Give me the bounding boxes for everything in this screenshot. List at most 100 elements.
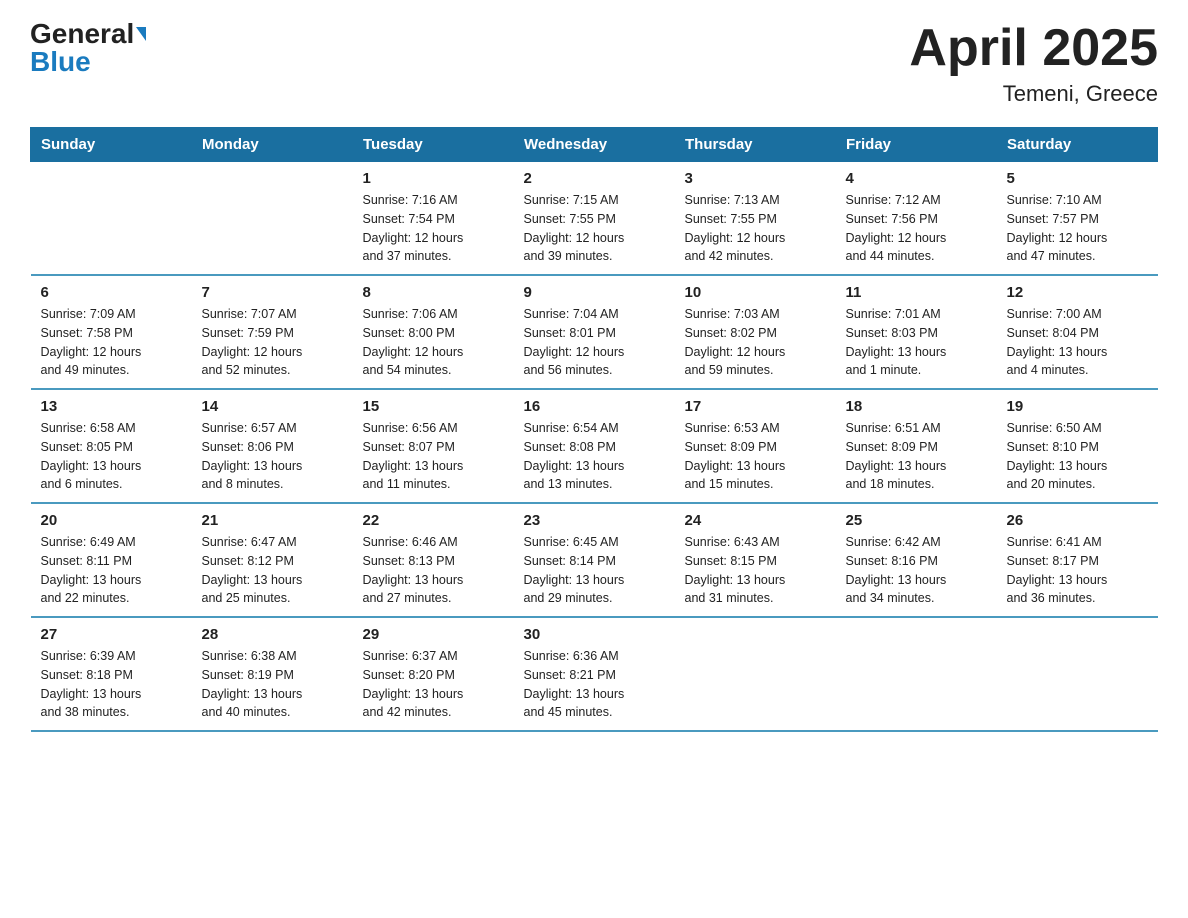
calendar-week-5: 27 Sunrise: 6:39 AM Sunset: 8:18 PM Dayli…: [31, 617, 1158, 731]
day-number: 21: [202, 512, 343, 529]
calendar-cell: 27 Sunrise: 6:39 AM Sunset: 8:18 PM Dayli…: [31, 617, 192, 731]
page-subtitle: Temeni, Greece: [909, 81, 1158, 107]
calendar-cell: 6 Sunrise: 7:09 AM Sunset: 7:58 PM Daylig…: [31, 275, 192, 389]
weekday-header-monday: Monday: [192, 128, 353, 162]
day-number: 6: [41, 284, 182, 301]
logo-general: General: [30, 20, 134, 48]
day-info: Sunrise: 6:51 AM Sunset: 8:09 PM Dayligh…: [846, 419, 987, 494]
day-number: 25: [846, 512, 987, 529]
calendar-week-3: 13 Sunrise: 6:58 AM Sunset: 8:05 PM Dayli…: [31, 389, 1158, 503]
day-number: 8: [363, 284, 504, 301]
calendar-cell: 24 Sunrise: 6:43 AM Sunset: 8:15 PM Dayli…: [675, 503, 836, 617]
logo-triangle-icon: [136, 27, 146, 41]
day-info: Sunrise: 6:36 AM Sunset: 8:21 PM Dayligh…: [524, 647, 665, 722]
calendar-cell: 4Sunrise: 7:12 AM Sunset: 7:56 PM Daylig…: [836, 162, 997, 276]
day-number: 2: [524, 170, 665, 187]
day-info: Sunrise: 7:04 AM Sunset: 8:01 PM Dayligh…: [524, 305, 665, 380]
day-number: 15: [363, 398, 504, 415]
weekday-header-tuesday: Tuesday: [353, 128, 514, 162]
day-number: 10: [685, 284, 826, 301]
day-number: 28: [202, 626, 343, 643]
day-info: Sunrise: 7:03 AM Sunset: 8:02 PM Dayligh…: [685, 305, 826, 380]
day-number: 3: [685, 170, 826, 187]
weekday-header-sunday: Sunday: [31, 128, 192, 162]
logo-blue: Blue: [30, 48, 91, 76]
day-number: 5: [1007, 170, 1148, 187]
day-number: 7: [202, 284, 343, 301]
calendar-cell: 20Sunrise: 6:49 AM Sunset: 8:11 PM Dayli…: [31, 503, 192, 617]
calendar-week-4: 20Sunrise: 6:49 AM Sunset: 8:11 PM Dayli…: [31, 503, 1158, 617]
day-info: Sunrise: 6:41 AM Sunset: 8:17 PM Dayligh…: [1007, 533, 1148, 608]
calendar-cell: 17Sunrise: 6:53 AM Sunset: 8:09 PM Dayli…: [675, 389, 836, 503]
day-number: 12: [1007, 284, 1148, 301]
day-number: 13: [41, 398, 182, 415]
day-info: Sunrise: 7:13 AM Sunset: 7:55 PM Dayligh…: [685, 191, 826, 266]
logo: General Blue: [30, 20, 146, 76]
calendar-cell: [192, 162, 353, 276]
calendar-week-1: 1Sunrise: 7:16 AM Sunset: 7:54 PM Daylig…: [31, 162, 1158, 276]
calendar-cell: 25 Sunrise: 6:42 AM Sunset: 8:16 PM Dayli…: [836, 503, 997, 617]
calendar-cell: [997, 617, 1158, 731]
calendar-cell: 9Sunrise: 7:04 AM Sunset: 8:01 PM Daylig…: [514, 275, 675, 389]
calendar-cell: 14 Sunrise: 6:57 AM Sunset: 8:06 PM Dayli…: [192, 389, 353, 503]
day-info: Sunrise: 7:10 AM Sunset: 7:57 PM Dayligh…: [1007, 191, 1148, 266]
calendar-cell: 29Sunrise: 6:37 AM Sunset: 8:20 PM Dayli…: [353, 617, 514, 731]
day-info: Sunrise: 6:45 AM Sunset: 8:14 PM Dayligh…: [524, 533, 665, 608]
day-info: Sunrise: 7:00 AM Sunset: 8:04 PM Dayligh…: [1007, 305, 1148, 380]
page-header: General Blue April 2025 Temeni, Greece: [30, 20, 1158, 107]
day-number: 14: [202, 398, 343, 415]
calendar-body: 1Sunrise: 7:16 AM Sunset: 7:54 PM Daylig…: [31, 162, 1158, 732]
day-number: 17: [685, 398, 826, 415]
day-number: 1: [363, 170, 504, 187]
day-number: 29: [363, 626, 504, 643]
calendar-cell: 22Sunrise: 6:46 AM Sunset: 8:13 PM Dayli…: [353, 503, 514, 617]
day-info: Sunrise: 6:58 AM Sunset: 8:05 PM Dayligh…: [41, 419, 182, 494]
calendar-cell: [31, 162, 192, 276]
calendar-cell: 7 Sunrise: 7:07 AM Sunset: 7:59 PM Daylig…: [192, 275, 353, 389]
calendar-cell: 28 Sunrise: 6:38 AM Sunset: 8:19 PM Dayli…: [192, 617, 353, 731]
calendar-cell: 12 Sunrise: 7:00 AM Sunset: 8:04 PM Dayli…: [997, 275, 1158, 389]
calendar-cell: 21 Sunrise: 6:47 AM Sunset: 8:12 PM Dayli…: [192, 503, 353, 617]
weekday-header-thursday: Thursday: [675, 128, 836, 162]
day-info: Sunrise: 6:39 AM Sunset: 8:18 PM Dayligh…: [41, 647, 182, 722]
day-number: 11: [846, 284, 987, 301]
day-number: 18: [846, 398, 987, 415]
day-info: Sunrise: 6:43 AM Sunset: 8:15 PM Dayligh…: [685, 533, 826, 608]
day-number: 27: [41, 626, 182, 643]
day-info: Sunrise: 6:47 AM Sunset: 8:12 PM Dayligh…: [202, 533, 343, 608]
day-info: Sunrise: 6:54 AM Sunset: 8:08 PM Dayligh…: [524, 419, 665, 494]
day-info: Sunrise: 7:07 AM Sunset: 7:59 PM Dayligh…: [202, 305, 343, 380]
day-info: Sunrise: 6:38 AM Sunset: 8:19 PM Dayligh…: [202, 647, 343, 722]
calendar-cell: [675, 617, 836, 731]
calendar-cell: 10 Sunrise: 7:03 AM Sunset: 8:02 PM Dayli…: [675, 275, 836, 389]
day-number: 16: [524, 398, 665, 415]
day-info: Sunrise: 7:09 AM Sunset: 7:58 PM Dayligh…: [41, 305, 182, 380]
day-number: 19: [1007, 398, 1148, 415]
day-number: 24: [685, 512, 826, 529]
day-info: Sunrise: 6:57 AM Sunset: 8:06 PM Dayligh…: [202, 419, 343, 494]
calendar-cell: 15Sunrise: 6:56 AM Sunset: 8:07 PM Dayli…: [353, 389, 514, 503]
day-info: Sunrise: 6:42 AM Sunset: 8:16 PM Dayligh…: [846, 533, 987, 608]
title-block: April 2025 Temeni, Greece: [909, 20, 1158, 107]
calendar-cell: 30Sunrise: 6:36 AM Sunset: 8:21 PM Dayli…: [514, 617, 675, 731]
day-info: Sunrise: 7:01 AM Sunset: 8:03 PM Dayligh…: [846, 305, 987, 380]
calendar-cell: 19Sunrise: 6:50 AM Sunset: 8:10 PM Dayli…: [997, 389, 1158, 503]
weekday-header-saturday: Saturday: [997, 128, 1158, 162]
weekday-header-wednesday: Wednesday: [514, 128, 675, 162]
calendar-table: SundayMondayTuesdayWednesdayThursdayFrid…: [30, 127, 1158, 732]
day-number: 23: [524, 512, 665, 529]
day-info: Sunrise: 7:12 AM Sunset: 7:56 PM Dayligh…: [846, 191, 987, 266]
calendar-cell: 23 Sunrise: 6:45 AM Sunset: 8:14 PM Dayli…: [514, 503, 675, 617]
calendar-cell: 16 Sunrise: 6:54 AM Sunset: 8:08 PM Dayli…: [514, 389, 675, 503]
day-number: 26: [1007, 512, 1148, 529]
calendar-cell: 13 Sunrise: 6:58 AM Sunset: 8:05 PM Dayli…: [31, 389, 192, 503]
day-info: Sunrise: 6:49 AM Sunset: 8:11 PM Dayligh…: [41, 533, 182, 608]
calendar-header: SundayMondayTuesdayWednesdayThursdayFrid…: [31, 128, 1158, 162]
day-number: 22: [363, 512, 504, 529]
calendar-cell: 18 Sunrise: 6:51 AM Sunset: 8:09 PM Dayli…: [836, 389, 997, 503]
calendar-cell: 26 Sunrise: 6:41 AM Sunset: 8:17 PM Dayli…: [997, 503, 1158, 617]
calendar-cell: 3 Sunrise: 7:13 AM Sunset: 7:55 PM Daylig…: [675, 162, 836, 276]
weekday-header-friday: Friday: [836, 128, 997, 162]
calendar-cell: [836, 617, 997, 731]
calendar-cell: 5 Sunrise: 7:10 AM Sunset: 7:57 PM Daylig…: [997, 162, 1158, 276]
